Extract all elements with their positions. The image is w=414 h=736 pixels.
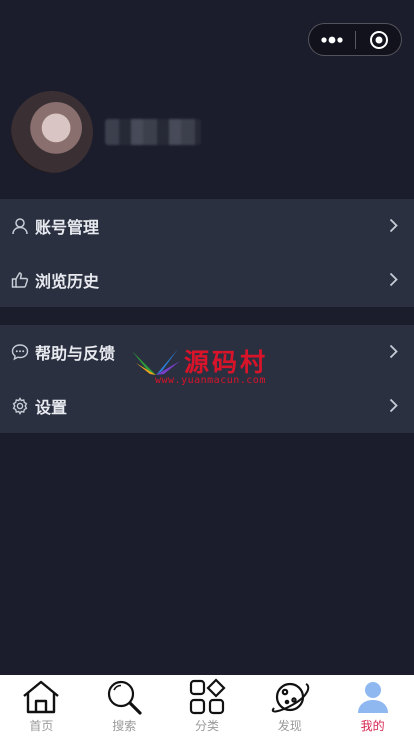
planet-icon: [270, 678, 310, 716]
gear-icon: [10, 396, 30, 416]
tab-label: 搜索: [112, 719, 137, 733]
tab-label: 我的: [360, 719, 385, 733]
avatar[interactable]: [11, 91, 93, 173]
chat-bubble-icon: [10, 342, 30, 362]
tab-discover[interactable]: 发现: [248, 675, 331, 736]
miniprogram-capsule: [308, 23, 402, 56]
tab-mine[interactable]: 我的: [331, 675, 414, 736]
menu-group-support: 帮助与反馈 设置: [0, 325, 414, 433]
username-blurred: [105, 119, 201, 145]
bottom-tab-bar: 首页 搜索 分类 发现 我的: [0, 675, 414, 736]
menu-item-browse-history[interactable]: 浏览历史: [0, 253, 414, 307]
home-icon: [21, 678, 61, 716]
menu-item-label: 帮助与反馈: [35, 344, 116, 363]
chevron-right-icon: [389, 218, 398, 237]
tab-label: 首页: [29, 719, 54, 733]
search-icon: [105, 678, 143, 716]
category-icon: [188, 678, 226, 716]
target-close-icon[interactable]: [356, 30, 401, 50]
tab-search[interactable]: 搜索: [83, 675, 166, 736]
menu-item-label: 设置: [35, 398, 68, 417]
user-icon: [10, 216, 30, 236]
menu-group-account: 账号管理 浏览历史: [0, 199, 414, 307]
tab-category[interactable]: 分类: [166, 675, 249, 736]
more-dots-icon[interactable]: [309, 36, 355, 44]
menu-item-label: 浏览历史: [35, 272, 100, 291]
chevron-right-icon: [389, 272, 398, 291]
menu-item-settings[interactable]: 设置: [0, 379, 414, 433]
menu-item-account-management[interactable]: 账号管理: [0, 199, 414, 253]
thumbs-up-icon: [10, 270, 30, 290]
profile-icon: [357, 678, 389, 716]
menu-item-label: 账号管理: [35, 218, 100, 237]
tab-label: 发现: [277, 719, 302, 733]
profile-header: [11, 91, 201, 173]
tab-label: 分类: [194, 719, 219, 733]
tab-home[interactable]: 首页: [0, 675, 83, 736]
chevron-right-icon: [389, 398, 398, 417]
menu-item-help-feedback[interactable]: 帮助与反馈: [0, 325, 414, 379]
chevron-right-icon: [389, 344, 398, 363]
